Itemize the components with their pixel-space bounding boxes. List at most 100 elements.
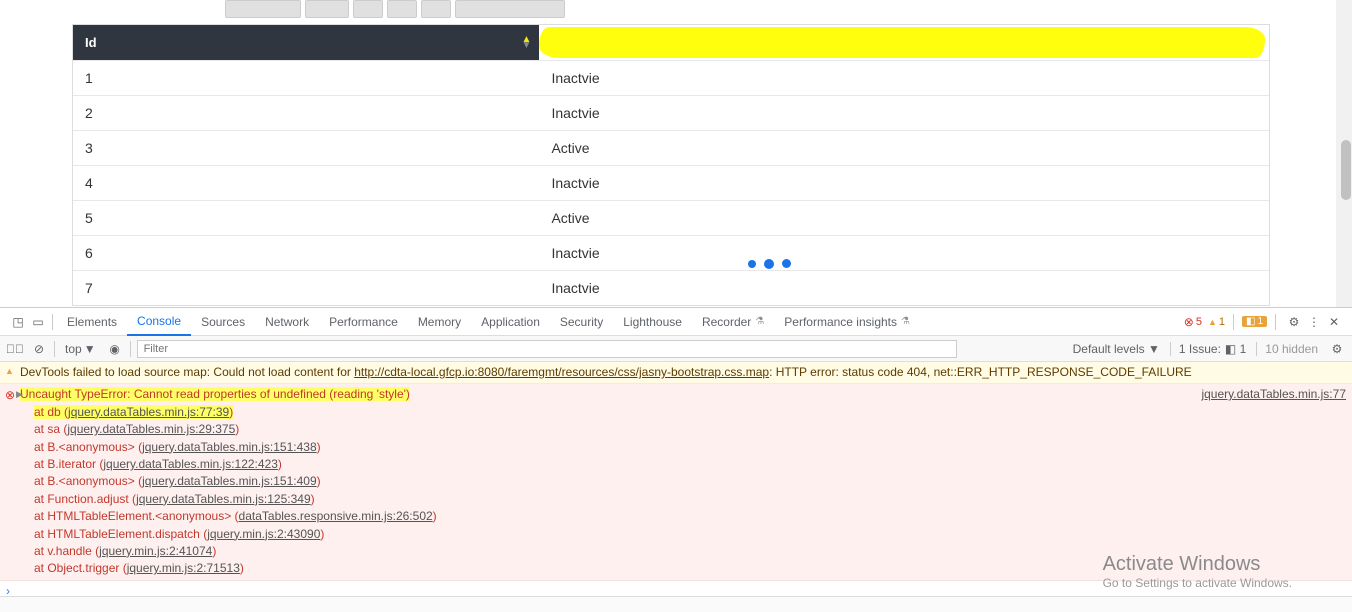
table-header-row: Id ▲▼ bbox=[73, 25, 1269, 61]
scroll-thumb[interactable] bbox=[1341, 140, 1351, 200]
sidebar-toggle-icon[interactable]: ▶⃞ bbox=[6, 342, 24, 356]
stack-link[interactable]: jquery.min.js:2:43090 bbox=[207, 527, 320, 541]
cell-id: 3 bbox=[73, 131, 539, 166]
cell-id: 6 bbox=[73, 236, 539, 271]
loading-indicator bbox=[748, 259, 791, 269]
chevron-down-icon: ▼ bbox=[1148, 342, 1160, 356]
column-header-label: Id bbox=[85, 35, 97, 50]
stack-link[interactable]: jquery.min.js:2:71513 bbox=[127, 561, 240, 575]
tab-network[interactable]: Network bbox=[255, 308, 319, 336]
divider bbox=[54, 341, 55, 357]
page-content: Id ▲▼ 1Inactvie 2Inactvie 3Active 4Inact… bbox=[0, 0, 1352, 307]
issues-indicator[interactable]: 1 Issue: ◧ 1 bbox=[1170, 342, 1246, 356]
cell-id: 4 bbox=[73, 166, 539, 201]
filter-input[interactable] bbox=[137, 340, 957, 358]
tab-application[interactable]: Application bbox=[471, 308, 550, 336]
console-prompt[interactable]: › bbox=[0, 581, 1352, 596]
toolbar-button[interactable] bbox=[387, 0, 417, 18]
divider bbox=[52, 314, 53, 330]
stack-link[interactable]: jquery.dataTables.min.js:151:438 bbox=[142, 440, 317, 454]
table-row: 5Active bbox=[73, 201, 1269, 236]
cell-status: Inactvie bbox=[539, 96, 1269, 131]
source-link[interactable]: jquery.dataTables.min.js:77 bbox=[1201, 386, 1346, 403]
console-warning: DevTools failed to load source map: Coul… bbox=[0, 362, 1352, 384]
cell-id: 5 bbox=[73, 201, 539, 236]
toolbar-button[interactable] bbox=[225, 0, 301, 18]
cell-status: Active bbox=[539, 201, 1269, 236]
warning-count-badge[interactable]: 1 bbox=[1208, 316, 1225, 328]
tab-sources[interactable]: Sources bbox=[191, 308, 255, 336]
issues-count-badge[interactable]: ◧ 1 bbox=[1242, 316, 1267, 327]
cell-status: Inactvie bbox=[539, 166, 1269, 201]
table-row: 3Active bbox=[73, 131, 1269, 166]
stack-link[interactable]: jquery.dataTables.min.js:29:375 bbox=[67, 422, 235, 436]
console-toolbar: ▶⃞ ⊘ top ▼ ◉ Default levels ▼ 1 Issue: ◧… bbox=[0, 336, 1352, 362]
divider bbox=[1275, 314, 1276, 330]
tab-security[interactable]: Security bbox=[550, 308, 613, 336]
console-error: ▶ jquery.dataTables.min.js:77 Uncaught T… bbox=[0, 384, 1352, 580]
tab-lighthouse[interactable]: Lighthouse bbox=[613, 308, 692, 336]
stack-link[interactable]: jquery.dataTables.min.js:151:409 bbox=[142, 474, 317, 488]
inspect-icon[interactable]: ◳ bbox=[8, 315, 28, 329]
devtools-panel: ◳ ▭ Elements Console Sources Network Per… bbox=[0, 307, 1352, 596]
divider bbox=[130, 341, 131, 357]
sort-icon: ▲▼ bbox=[522, 37, 532, 49]
cell-status: Inactvie bbox=[539, 271, 1269, 306]
gear-icon[interactable]: ⚙ bbox=[1284, 315, 1304, 329]
tab-elements[interactable]: Elements bbox=[57, 308, 127, 336]
table-row: 2Inactvie bbox=[73, 96, 1269, 131]
column-header-status[interactable] bbox=[539, 25, 1269, 61]
console-output: DevTools failed to load source map: Coul… bbox=[0, 362, 1352, 596]
cell-status: Inactvie bbox=[539, 236, 1269, 271]
eye-icon[interactable]: ◉ bbox=[106, 342, 124, 356]
hidden-count: 10 hidden bbox=[1256, 342, 1318, 356]
cell-id: 7 bbox=[73, 271, 539, 306]
tab-recorder[interactable]: Recorder⚗ bbox=[692, 308, 774, 336]
toolbar-button[interactable] bbox=[455, 0, 565, 18]
toolbar-button[interactable] bbox=[421, 0, 451, 18]
cell-id: 2 bbox=[73, 96, 539, 131]
flask-icon: ⚗ bbox=[901, 316, 910, 327]
clear-console-icon[interactable]: ⊘ bbox=[30, 342, 48, 356]
issues-badge: ◧ 1 bbox=[1225, 342, 1246, 356]
stack-link[interactable]: jquery.dataTables.min.js:77:39 bbox=[68, 405, 229, 419]
table-row: 6Inactvie bbox=[73, 236, 1269, 271]
cell-status: Inactvie bbox=[539, 61, 1269, 96]
expand-icon[interactable]: ▶ bbox=[16, 388, 23, 401]
tab-performance-insights[interactable]: Performance insights⚗ bbox=[774, 308, 920, 336]
stack-link[interactable]: dataTables.responsive.min.js:26:502 bbox=[239, 509, 433, 523]
tab-memory[interactable]: Memory bbox=[408, 308, 471, 336]
table-row: 7Inactvie bbox=[73, 271, 1269, 306]
tab-console[interactable]: Console bbox=[127, 308, 191, 336]
toolbar-button[interactable] bbox=[353, 0, 383, 18]
stack-link[interactable]: jquery.dataTables.min.js:122:423 bbox=[103, 457, 278, 471]
error-count-badge[interactable]: 5 bbox=[1184, 315, 1202, 329]
stack-trace: at db (jquery.dataTables.min.js:77:39) a… bbox=[34, 404, 1346, 578]
highlight-annotation bbox=[539, 27, 1265, 58]
flask-icon: ⚗ bbox=[755, 316, 764, 327]
toolbar-stub bbox=[225, 0, 565, 22]
tab-performance[interactable]: Performance bbox=[319, 308, 408, 336]
cell-id: 1 bbox=[73, 61, 539, 96]
log-levels-selector[interactable]: Default levels ▼ bbox=[1073, 342, 1160, 356]
table-row: 4Inactvie bbox=[73, 166, 1269, 201]
column-header-id[interactable]: Id ▲▼ bbox=[73, 25, 539, 61]
devtools-tabbar: ◳ ▭ Elements Console Sources Network Per… bbox=[0, 308, 1352, 336]
cell-status: Active bbox=[539, 131, 1269, 166]
error-message-text: Uncaught TypeError: Cannot read properti… bbox=[20, 387, 410, 401]
device-toggle-icon[interactable]: ▭ bbox=[28, 315, 48, 329]
divider bbox=[1233, 314, 1234, 330]
bottom-bar bbox=[0, 596, 1352, 612]
toolbar-button[interactable] bbox=[305, 0, 349, 18]
context-selector[interactable]: top ▼ bbox=[61, 342, 100, 356]
data-table: Id ▲▼ 1Inactvie 2Inactvie 3Active 4Inact… bbox=[72, 24, 1270, 306]
stack-link[interactable]: jquery.min.js:2:41074 bbox=[99, 544, 212, 558]
close-icon[interactable]: ✕ bbox=[1324, 315, 1344, 329]
page-scrollbar[interactable] bbox=[1336, 0, 1352, 307]
kebab-icon[interactable]: ⋮ bbox=[1304, 315, 1324, 329]
stack-link[interactable]: jquery.dataTables.min.js:125:349 bbox=[136, 492, 311, 506]
source-map-url-link[interactable]: http://cdta-local.gfcp.io:8080/faremgmt/… bbox=[354, 365, 769, 379]
gear-icon[interactable]: ⚙ bbox=[1328, 342, 1346, 356]
table-row: 1Inactvie bbox=[73, 61, 1269, 96]
chevron-down-icon: ▼ bbox=[84, 342, 96, 356]
